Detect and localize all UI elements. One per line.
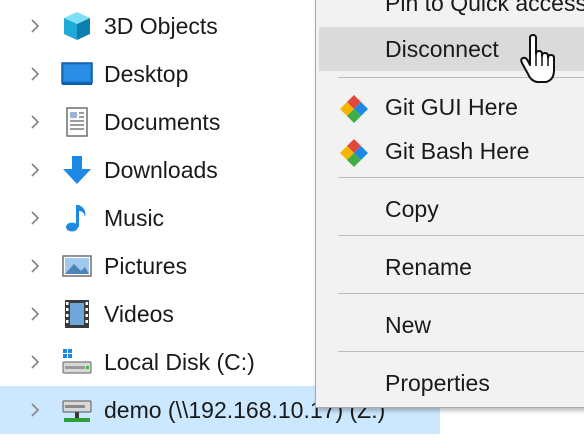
menu-item-git-bash-here[interactable]: Git Bash Here	[319, 129, 584, 173]
menu-separator	[338, 351, 584, 352]
chevron-right-icon[interactable]	[26, 113, 44, 131]
menu-item-git-gui-here[interactable]: Git GUI Here	[319, 85, 584, 129]
git-gui-icon	[339, 93, 369, 123]
desktop-icon	[60, 57, 94, 91]
tree-item-label: 3D Objects	[104, 13, 218, 39]
tree-item-label: Desktop	[104, 61, 189, 87]
menu-item-label: Rename	[385, 254, 472, 280]
3d-objects-icon	[60, 9, 94, 43]
hand-cursor-icon	[519, 34, 561, 86]
menu-item-pin-to-quick-access[interactable]: Pin to Quick access	[319, 0, 584, 25]
menu-item-label: Disconnect	[385, 36, 499, 62]
menu-separator	[338, 177, 584, 178]
chevron-right-icon[interactable]	[26, 353, 44, 371]
local-disk-icon	[60, 345, 94, 379]
git-bash-icon	[339, 137, 369, 167]
chevron-right-icon[interactable]	[26, 401, 44, 419]
menu-item-new[interactable]: New	[319, 303, 584, 347]
chevron-right-icon[interactable]	[26, 305, 44, 323]
menu-item-copy[interactable]: Copy	[319, 187, 584, 231]
network-drive-icon	[60, 393, 94, 427]
chevron-right-icon[interactable]	[26, 161, 44, 179]
menu-separator	[338, 235, 584, 236]
pictures-icon	[60, 249, 94, 283]
chevron-right-icon[interactable]	[26, 65, 44, 83]
menu-item-properties[interactable]: Properties	[319, 361, 584, 405]
tree-item-label: Pictures	[104, 253, 188, 279]
documents-icon	[60, 105, 94, 139]
videos-icon	[60, 297, 94, 331]
tree-item-label: Local Disk (C:)	[104, 349, 255, 375]
tree-item-label: Music	[104, 205, 165, 231]
menu-separator	[338, 293, 584, 294]
chevron-right-icon[interactable]	[26, 209, 44, 227]
tree-item-label: Documents	[104, 109, 221, 135]
downloads-icon	[60, 153, 94, 187]
menu-item-rename[interactable]: Rename	[319, 245, 584, 289]
menu-item-label: Copy	[385, 196, 439, 222]
menu-item-label: New	[385, 312, 432, 338]
music-icon	[60, 201, 94, 235]
menu-item-label: Properties	[385, 370, 490, 396]
chevron-right-icon[interactable]	[26, 17, 44, 35]
tree-item-label: Videos	[104, 301, 174, 327]
menu-item-label: Pin to Quick access	[385, 0, 584, 16]
tree-item-label: Downloads	[104, 157, 218, 183]
chevron-right-icon[interactable]	[26, 257, 44, 275]
menu-item-label: Git Bash Here	[385, 138, 530, 164]
menu-item-label: Git GUI Here	[385, 94, 518, 120]
